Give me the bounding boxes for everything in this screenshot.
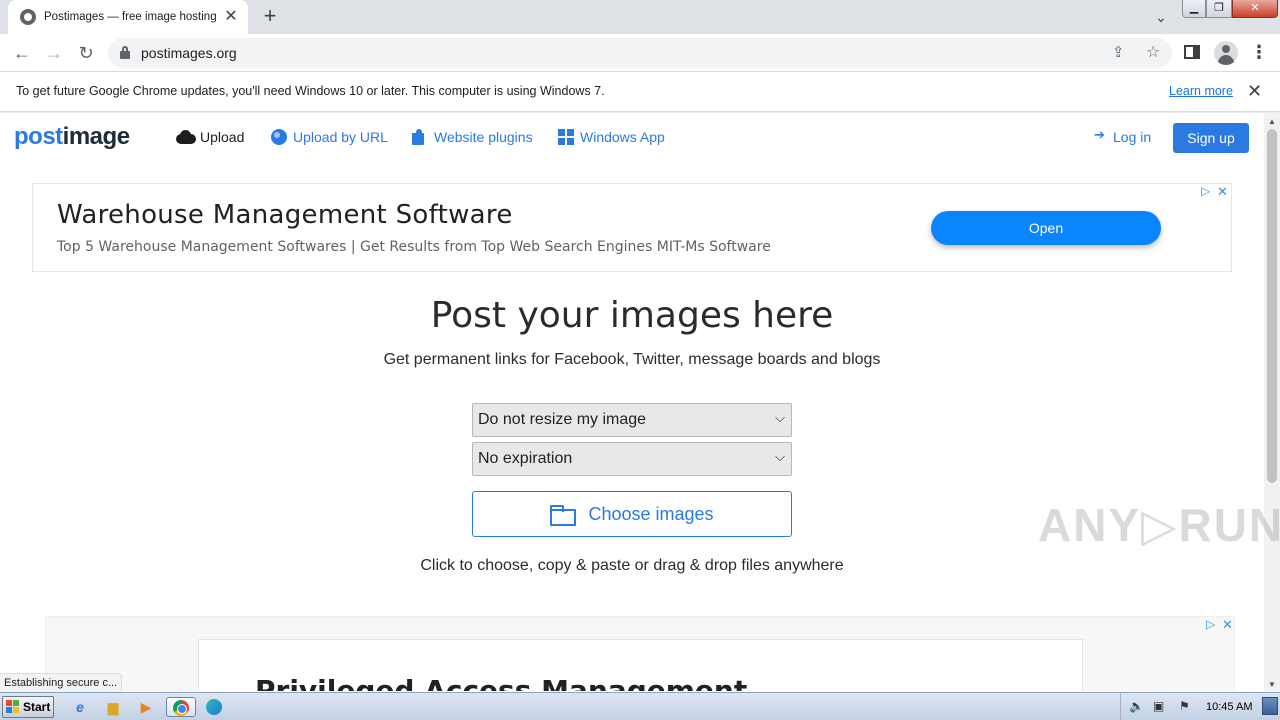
scrollbar-thumb[interactable] xyxy=(1267,129,1277,483)
ad-open-button[interactable]: Open xyxy=(931,211,1161,245)
nav-upload-label: Upload xyxy=(200,129,245,145)
folder-open-icon xyxy=(550,505,577,526)
bookmark-star-icon[interactable]: ☆ xyxy=(1146,42,1160,62)
tab-close-icon[interactable]: ✕ xyxy=(224,9,238,25)
puzzle-icon xyxy=(412,129,428,145)
nav-upload-by-url-label: Upload by URL xyxy=(293,129,388,145)
page-subtitle: Get permanent links for Facebook, Twitte… xyxy=(383,351,881,368)
chevron-down-icon: ⌵ xyxy=(775,449,785,464)
infobar-message: To get future Google Chrome updates, you… xyxy=(16,84,605,98)
tab-strip: Postimages — free image hosting / image … xyxy=(0,0,1280,34)
page-viewport: postimage Upload Upload by URL Website p… xyxy=(0,113,1264,691)
anyrun-watermark: ANY▷RUN xyxy=(1038,499,1280,551)
page-title: Post your images here xyxy=(430,295,834,336)
site-navbar: postimage Upload Upload by URL Website p… xyxy=(0,113,1264,163)
chrome-menu-icon[interactable]: ⋮ xyxy=(1250,41,1268,65)
profile-avatar-icon[interactable] xyxy=(1214,41,1238,65)
browser-toolbar: ← → ↻ postimages.org ⇪ ☆ ⋮ xyxy=(0,34,1280,72)
start-button[interactable]: Start xyxy=(2,696,54,718)
address-bar[interactable]: postimages.org ⇪ ☆ xyxy=(108,38,1172,68)
side-panel-icon[interactable] xyxy=(1184,45,1200,59)
window-close-button[interactable]: ✕ xyxy=(1232,0,1278,18)
status-bubble: Establishing secure c... xyxy=(0,673,122,692)
top-ad-banner[interactable]: Warehouse Management Software Top 5 Ware… xyxy=(32,183,1232,272)
bottom-ad-card[interactable]: Privileged Access Management xyxy=(198,639,1083,691)
page-scrollbar[interactable]: ▲ ▼ xyxy=(1264,113,1280,691)
forward-arrow-icon[interactable]: → xyxy=(40,39,68,67)
new-tab-button[interactable]: + xyxy=(258,4,282,28)
chrome-taskbar-icon[interactable] xyxy=(166,697,196,717)
ad-subtitle[interactable]: Top 5 Warehouse Management Softwares | G… xyxy=(57,239,771,255)
globe-icon xyxy=(271,129,287,145)
show-desktop-button[interactable] xyxy=(1262,697,1278,715)
choose-images-button[interactable]: Choose images xyxy=(472,491,792,537)
window-maximize-button[interactable]: ❐ xyxy=(1206,0,1232,18)
bottom-ad-banner[interactable]: Privileged Access Management ▷ ✕ xyxy=(45,616,1235,691)
windows-logo-icon xyxy=(6,700,20,714)
update-infobar: To get future Google Chrome updates, you… xyxy=(0,72,1280,112)
ad-title[interactable]: Warehouse Management Software xyxy=(57,200,513,230)
url-text[interactable]: postimages.org xyxy=(141,45,237,61)
volume-icon[interactable]: 🔈 xyxy=(1129,699,1144,713)
resize-select-value: Do not resize my image xyxy=(478,411,647,428)
nav-website-plugins-label: Website plugins xyxy=(434,129,533,145)
scroll-up-arrow-icon[interactable]: ▲ xyxy=(1268,117,1276,126)
back-arrow-icon[interactable]: ← xyxy=(8,39,36,67)
adchoices-icon[interactable]: ▷ xyxy=(1201,184,1210,198)
nav-windows-app[interactable]: Windows App xyxy=(558,129,665,145)
start-label: Start xyxy=(23,700,51,714)
sign-in-icon xyxy=(1094,127,1107,143)
globe-favicon-icon xyxy=(20,9,36,25)
ad-close-icon[interactable]: ✕ xyxy=(1217,184,1228,200)
chevron-down-icon: ⌵ xyxy=(775,410,785,425)
expiration-select[interactable]: No expiration ⌵ xyxy=(472,442,792,476)
media-player-icon[interactable]: ▶ xyxy=(135,697,157,717)
scroll-down-arrow-icon[interactable]: ▼ xyxy=(1268,680,1276,689)
nav-website-plugins[interactable]: Website plugins xyxy=(412,129,533,145)
action-center-flag-icon[interactable]: ⚑ xyxy=(1179,699,1190,713)
nav-windows-app-label: Windows App xyxy=(580,129,665,145)
nav-upload[interactable]: Upload xyxy=(176,129,244,145)
reload-icon[interactable]: ↻ xyxy=(72,39,100,67)
upload-hint: Click to choose, copy & paste or drag & … xyxy=(420,557,844,574)
browser-tab[interactable]: Postimages — free image hosting / image … xyxy=(8,0,248,34)
cloud-upload-icon xyxy=(176,130,196,144)
adchoices-icon[interactable]: ▷ xyxy=(1206,617,1215,631)
nav-log-in-label: Log in xyxy=(1113,129,1152,145)
infobar-close-icon[interactable]: ✕ xyxy=(1247,81,1262,102)
windows-icon xyxy=(558,129,574,145)
window-minimize-button[interactable]: ▁ xyxy=(1182,0,1206,18)
postimage-logo[interactable]: postimage xyxy=(14,123,130,151)
share-icon[interactable]: ⇪ xyxy=(1112,43,1125,61)
bottom-ad-title[interactable]: Privileged Access Management xyxy=(255,674,747,691)
expiration-select-value: No expiration xyxy=(478,450,573,467)
file-explorer-icon[interactable]: ▆ xyxy=(102,697,124,717)
nav-log-in[interactable]: Log in xyxy=(1094,127,1152,145)
system-tray: 🔈 ▣ ⚑ xyxy=(1120,693,1280,720)
choose-images-label: Choose images xyxy=(588,503,714,524)
edge-icon[interactable] xyxy=(203,697,225,717)
nav-upload-by-url[interactable]: Upload by URL xyxy=(271,129,388,145)
learn-more-link[interactable]: Learn more xyxy=(1169,84,1233,98)
tab-search-chevron-icon[interactable]: ⌄ xyxy=(1150,6,1172,28)
windows-taskbar: Start e ▆ ▶ 🔈 ▣ ⚑ 10:45 AM xyxy=(0,692,1280,720)
taskbar-clock[interactable]: 10:45 AM xyxy=(1206,701,1252,713)
resize-select[interactable]: Do not resize my image ⌵ xyxy=(472,403,792,437)
ad-close-icon[interactable]: ✕ xyxy=(1222,617,1233,633)
internet-explorer-icon[interactable]: e xyxy=(69,697,91,717)
sign-up-button[interactable]: Sign up xyxy=(1173,123,1249,153)
network-icon[interactable]: ▣ xyxy=(1153,699,1164,713)
lock-icon[interactable] xyxy=(120,46,130,59)
tab-title: Postimages — free image hosting / image … xyxy=(44,11,218,23)
